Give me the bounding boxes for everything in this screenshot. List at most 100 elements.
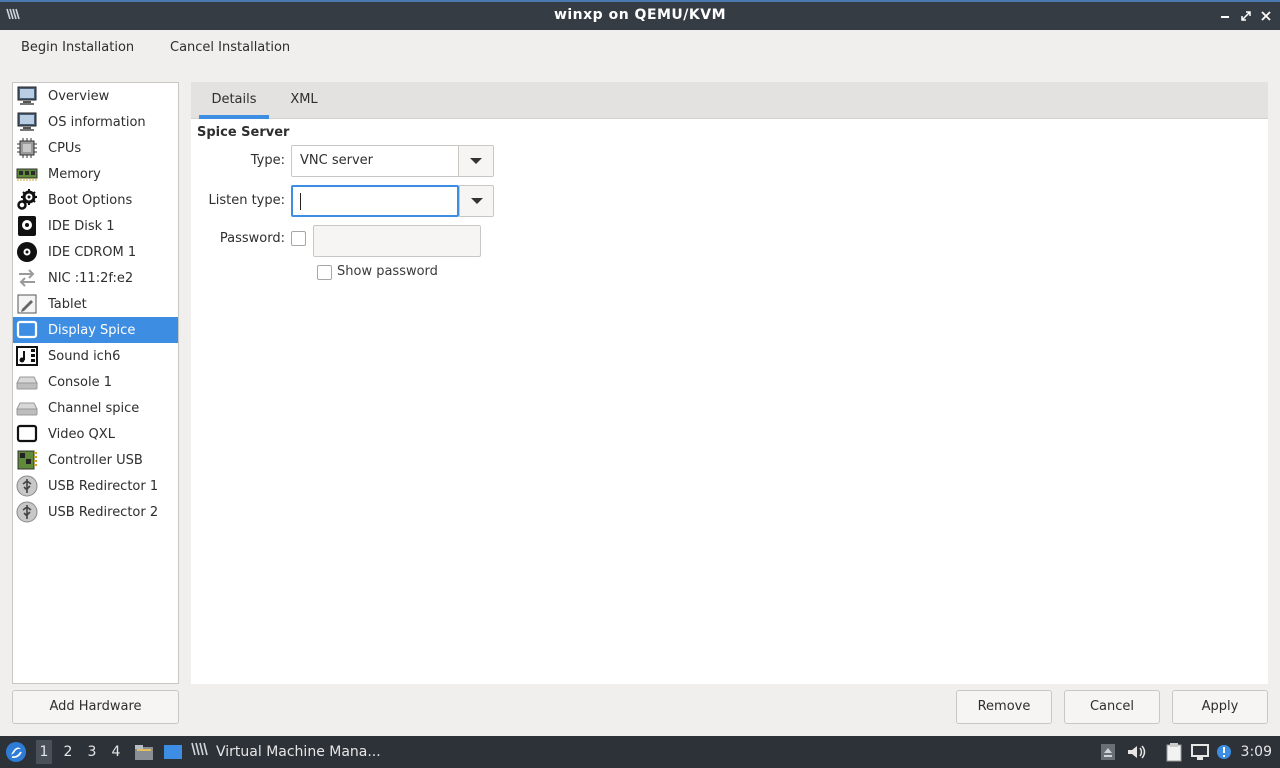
add-hardware-button[interactable]: Add Hardware xyxy=(12,690,179,724)
sidebar-item-label: Channel spice xyxy=(48,400,140,416)
sidebar-item-usb-redirector-1[interactable]: USB Redirector 1 xyxy=(13,473,178,499)
sidebar-item-ide-disk-1[interactable]: IDE Disk 1 xyxy=(13,213,178,239)
usb-icon xyxy=(15,475,39,497)
remove-button[interactable]: Remove xyxy=(956,690,1052,724)
show-password-label: Show password xyxy=(337,264,438,279)
sidebar-item-label: Display Spice xyxy=(48,322,136,338)
taskbar-item-label: Virtual Machine Mana... xyxy=(216,744,381,760)
memory-icon xyxy=(15,163,39,185)
clock: 3:09 xyxy=(1240,744,1272,760)
sidebar-item-label: CPUs xyxy=(48,140,82,156)
sidebar-item-label: Memory xyxy=(48,166,101,182)
password-enable-checkbox[interactable] xyxy=(291,231,306,246)
cancel-button[interactable]: Cancel xyxy=(1064,690,1160,724)
sidebar-item-memory[interactable]: Memory xyxy=(13,161,178,187)
sidebar-item-label: USB Redirector 2 xyxy=(48,504,159,520)
usb-icon xyxy=(15,501,39,523)
sidebar-item-label: Tablet xyxy=(48,296,87,312)
workspace-2[interactable]: 2 xyxy=(60,744,76,760)
sidebar-item-label: IDE CDROM 1 xyxy=(48,244,137,260)
window-title: winxp on QEMU/KVM xyxy=(553,7,727,23)
sidebar-item-label: Sound ich6 xyxy=(48,348,121,364)
chevron-down-icon[interactable] xyxy=(459,185,494,217)
virt-manager-icon xyxy=(190,740,212,764)
sidebar-item-label: Overview xyxy=(48,88,110,104)
sidebar-item-label: Video QXL xyxy=(48,426,115,442)
notification-icon[interactable] xyxy=(1214,742,1234,762)
controller-icon xyxy=(15,449,39,471)
cpu-icon xyxy=(15,137,39,159)
password-label: Password: xyxy=(219,231,285,246)
hardware-list: Overview OS information CPUs Memory Boot… xyxy=(12,82,179,684)
network-arrows-icon xyxy=(15,267,39,289)
show-password-checkbox[interactable] xyxy=(317,265,332,280)
tab-xml[interactable]: XML xyxy=(279,82,329,119)
sidebar-item-label: IDE Disk 1 xyxy=(48,218,115,234)
cdrom-icon xyxy=(15,241,39,263)
sidebar-item-os-information[interactable]: OS information xyxy=(13,109,178,135)
text-cursor xyxy=(300,193,301,210)
network-icon[interactable] xyxy=(1190,742,1210,762)
desktop-icon[interactable] xyxy=(162,742,184,762)
sidebar-item-label: Controller USB xyxy=(48,452,143,468)
gears-icon xyxy=(15,189,39,211)
sidebar-item-boot-options[interactable]: Boot Options xyxy=(13,187,178,213)
type-select[interactable]: VNC server xyxy=(291,145,494,177)
sidebar-item-channel-spice[interactable]: Channel spice xyxy=(13,395,178,421)
install-toolbar: Begin Installation Cancel Installation xyxy=(0,30,1280,70)
section-title: Spice Server xyxy=(197,125,290,140)
monitor-icon xyxy=(15,111,39,133)
workspace-4[interactable]: 4 xyxy=(108,744,124,760)
sidebar-item-usb-redirector-2[interactable]: USB Redirector 2 xyxy=(13,499,178,525)
taskbar: 1 2 3 4 Virtual Machine Mana... 3:09 xyxy=(0,736,1280,768)
disk-icon xyxy=(15,215,39,237)
close-icon[interactable] xyxy=(1257,7,1275,25)
cancel-installation-button[interactable]: Cancel Installation xyxy=(170,40,290,60)
sidebar-item-console-1[interactable]: Console 1 xyxy=(13,369,178,395)
chevron-down-icon[interactable] xyxy=(458,146,493,176)
type-label: Type: xyxy=(250,153,285,168)
sidebar-item-label: Boot Options xyxy=(48,192,133,208)
type-select-value: VNC server xyxy=(300,153,373,168)
listen-type-input[interactable] xyxy=(291,185,459,217)
minimize-icon[interactable] xyxy=(1216,7,1234,25)
listen-type-select[interactable] xyxy=(291,185,494,217)
details-panel: Details XML Spice Server Type: VNC serve… xyxy=(191,82,1268,684)
tab-bar: Details XML xyxy=(191,82,1268,119)
workspace-3[interactable]: 3 xyxy=(84,744,100,760)
video-icon xyxy=(15,423,39,445)
sidebar-item-controller-usb[interactable]: Controller USB xyxy=(13,447,178,473)
taskbar-item-virt-manager[interactable]: Virtual Machine Mana... xyxy=(190,740,381,764)
maximize-icon[interactable] xyxy=(1237,7,1255,25)
clipboard-icon[interactable] xyxy=(1164,742,1184,762)
start-menu-icon[interactable] xyxy=(4,740,28,764)
sidebar-item-ide-cdrom-1[interactable]: IDE CDROM 1 xyxy=(13,239,178,265)
sidebar-item-label: USB Redirector 1 xyxy=(48,478,159,494)
sidebar-item-display-spice[interactable]: Display Spice xyxy=(13,317,178,343)
begin-installation-button[interactable]: Begin Installation xyxy=(21,40,134,60)
serial-icon xyxy=(15,397,39,419)
sidebar-item-label: OS information xyxy=(48,114,146,130)
sidebar-item-sound-ich6[interactable]: Sound ich6 xyxy=(13,343,178,369)
serial-icon xyxy=(15,371,39,393)
sidebar-item-overview[interactable]: Overview xyxy=(13,83,178,109)
password-field[interactable] xyxy=(313,225,481,257)
display-icon xyxy=(15,319,39,341)
eject-icon[interactable] xyxy=(1098,742,1118,762)
sidebar-item-cpus[interactable]: CPUs xyxy=(13,135,178,161)
monitor-icon xyxy=(15,85,39,107)
sound-icon xyxy=(15,345,39,367)
listen-type-label: Listen type: xyxy=(208,193,285,208)
window-titlebar[interactable]: winxp on QEMU/KVM xyxy=(0,0,1280,30)
sidebar-item-tablet[interactable]: Tablet xyxy=(13,291,178,317)
sidebar-item-label: Console 1 xyxy=(48,374,113,390)
tab-details[interactable]: Details xyxy=(199,82,269,119)
sidebar-item-label: NIC :11:2f:e2 xyxy=(48,270,134,286)
file-manager-icon[interactable] xyxy=(134,742,154,762)
volume-icon[interactable] xyxy=(1126,742,1146,762)
sidebar-item-nic[interactable]: NIC :11:2f:e2 xyxy=(13,265,178,291)
workspace-1[interactable]: 1 xyxy=(36,740,52,764)
sidebar-item-video-qxl[interactable]: Video QXL xyxy=(13,421,178,447)
apply-button[interactable]: Apply xyxy=(1172,690,1268,724)
tablet-icon xyxy=(15,293,39,315)
